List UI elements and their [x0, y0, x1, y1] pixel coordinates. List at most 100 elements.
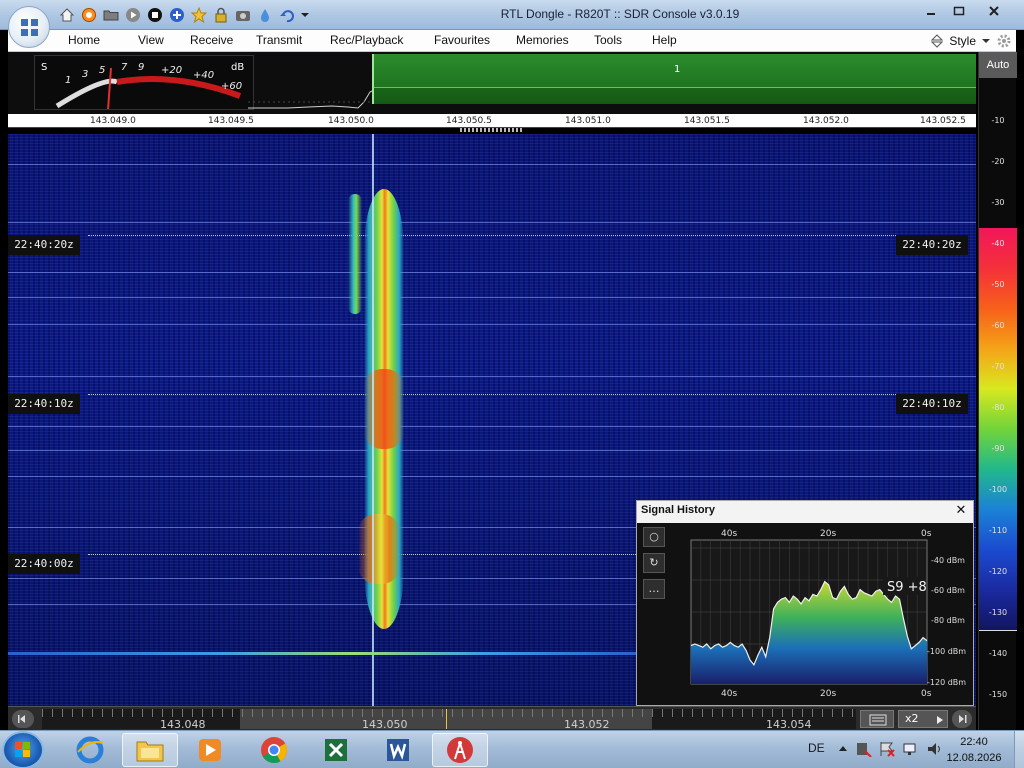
- db-tick: -120: [988, 567, 1008, 576]
- ruler-label: 143.050.0: [328, 116, 374, 126]
- updown-icon: [931, 34, 944, 48]
- quick-access-toolbar: [58, 6, 310, 24]
- grid-icon: [21, 19, 38, 36]
- menu-tools[interactable]: Tools: [594, 30, 652, 52]
- ruler-label: 143.051.5: [684, 116, 730, 126]
- media-player-icon[interactable]: [182, 733, 238, 767]
- menu-help[interactable]: Help: [652, 30, 692, 52]
- splitter-handle[interactable]: [460, 128, 522, 132]
- smeter-tick: 1: [65, 75, 71, 86]
- spectrum-passband[interactable]: 1: [372, 54, 976, 104]
- menu-home[interactable]: Home: [68, 30, 138, 52]
- overview-scale[interactable]: 143.048 143.050 143.052 143.054: [42, 709, 856, 729]
- waterfall-streak: [8, 324, 976, 325]
- menu-bar: Home View Receive Transmit Rec/Playback …: [8, 30, 1016, 52]
- device-icon[interactable]: [854, 741, 872, 757]
- ruler-label: 143.052.5: [920, 116, 966, 126]
- menu-view[interactable]: View: [138, 30, 190, 52]
- home-icon[interactable]: [58, 6, 76, 24]
- lifebuoy-icon[interactable]: [80, 6, 98, 24]
- gear-icon[interactable]: [996, 33, 1012, 49]
- start-button[interactable]: [2, 731, 44, 768]
- dbm-label: -100 dBm: [927, 647, 966, 656]
- drop-icon[interactable]: [256, 6, 274, 24]
- sdr-console-icon[interactable]: [432, 733, 488, 767]
- menu-rec-playback[interactable]: Rec/Playback: [330, 30, 434, 52]
- frequency-ruler[interactable]: 143.049.0 143.049.5 143.050.0 143.050.5 …: [8, 114, 976, 128]
- db-tick: -20: [991, 157, 1005, 166]
- smeter-tick: 7: [121, 62, 128, 73]
- camera-icon[interactable]: [234, 6, 252, 24]
- language-indicator[interactable]: DE: [808, 741, 825, 755]
- minimize-button[interactable]: [918, 2, 944, 20]
- ie-icon[interactable]: [62, 733, 118, 767]
- maximize-button[interactable]: [946, 2, 972, 20]
- signal-readout: S9 +8: [887, 580, 927, 595]
- waterfall-streak: [8, 426, 976, 427]
- close-button[interactable]: [974, 2, 1014, 20]
- close-icon[interactable]: ✕: [953, 503, 969, 519]
- ruler-label: 143.050.5: [446, 116, 492, 126]
- zoom-label: x2: [905, 712, 919, 725]
- ruler-label: 143.051.0: [565, 116, 611, 126]
- waterfall-streak: [8, 164, 976, 165]
- auto-button[interactable]: Auto: [979, 52, 1017, 78]
- plus-icon[interactable]: [168, 6, 186, 24]
- spectrum-trace: [248, 89, 378, 109]
- dbm-label: -40 dBm: [931, 556, 965, 565]
- waterfall-streak: [8, 272, 976, 273]
- show-hidden-icons-icon[interactable]: [838, 744, 848, 754]
- undo-icon[interactable]: [278, 6, 296, 24]
- play-icon[interactable]: [124, 6, 142, 24]
- db-scale: Auto -10 -20 -30 -40 -50 -60 -70 -80 -90…: [978, 52, 1017, 730]
- word-icon[interactable]: [370, 733, 426, 767]
- timestamp-left: 22:40:20z: [8, 235, 80, 255]
- menu-transmit[interactable]: Transmit: [256, 30, 330, 52]
- scroll-left-button[interactable]: [12, 710, 34, 728]
- chevron-down-icon: [982, 39, 990, 43]
- waterfall-streak: [8, 476, 976, 477]
- window-controls: [918, 2, 1014, 20]
- time-label-bottom: 20s: [820, 689, 836, 699]
- show-desktop-button[interactable]: [1014, 731, 1024, 768]
- scroll-right-button[interactable]: [952, 710, 972, 728]
- keyboard-button[interactable]: [860, 710, 894, 728]
- db-tick: -70: [991, 362, 1005, 371]
- network-icon[interactable]: [902, 741, 920, 757]
- style-selector[interactable]: Style: [931, 30, 1012, 52]
- db-tick: -30: [991, 198, 1005, 207]
- explorer-icon[interactable]: [122, 733, 178, 767]
- menu-memories[interactable]: Memories: [516, 30, 594, 52]
- menu-favourites[interactable]: Favourites: [434, 30, 516, 52]
- db-tick: -110: [988, 526, 1008, 535]
- db-tick: -100: [988, 485, 1008, 494]
- clock-date: 12.08.2026: [946, 752, 1002, 764]
- flag-icon[interactable]: [878, 741, 896, 757]
- chevron-right-icon: [937, 716, 943, 724]
- dbm-label: -60 dBm: [931, 586, 965, 595]
- clock[interactable]: 22:40 12.08.2026: [936, 734, 1012, 766]
- db-tick: -150: [988, 690, 1008, 699]
- colorbar-bottom-line: [979, 630, 1017, 631]
- dropdown-icon[interactable]: [300, 6, 310, 24]
- db-tick: -40: [991, 239, 1005, 248]
- time-label-bottom: 40s: [721, 689, 737, 699]
- zoom-button[interactable]: x2: [898, 710, 948, 728]
- smeter-tick: 3: [82, 69, 88, 80]
- timestamp-left: 22:40:00z: [8, 554, 80, 574]
- stop-icon[interactable]: [146, 6, 164, 24]
- lock-icon[interactable]: [212, 6, 230, 24]
- time-gridline: [88, 235, 896, 236]
- menu-receive[interactable]: Receive: [190, 30, 256, 52]
- dbm-label: -80 dBm: [931, 616, 965, 625]
- excel-icon[interactable]: [308, 733, 364, 767]
- chrome-icon[interactable]: [246, 733, 302, 767]
- application-orb[interactable]: [8, 6, 50, 48]
- waterfall-streak: [8, 450, 976, 451]
- smeter-tick: +20: [161, 65, 182, 76]
- style-label: Style: [949, 34, 976, 48]
- signal-trace-peak: [358, 514, 400, 584]
- star-icon[interactable]: [190, 6, 208, 24]
- folder-icon[interactable]: [102, 6, 120, 24]
- spectrum-display[interactable]: S dB 1 3 5 7 9 +20 +40 +60 1: [8, 52, 976, 114]
